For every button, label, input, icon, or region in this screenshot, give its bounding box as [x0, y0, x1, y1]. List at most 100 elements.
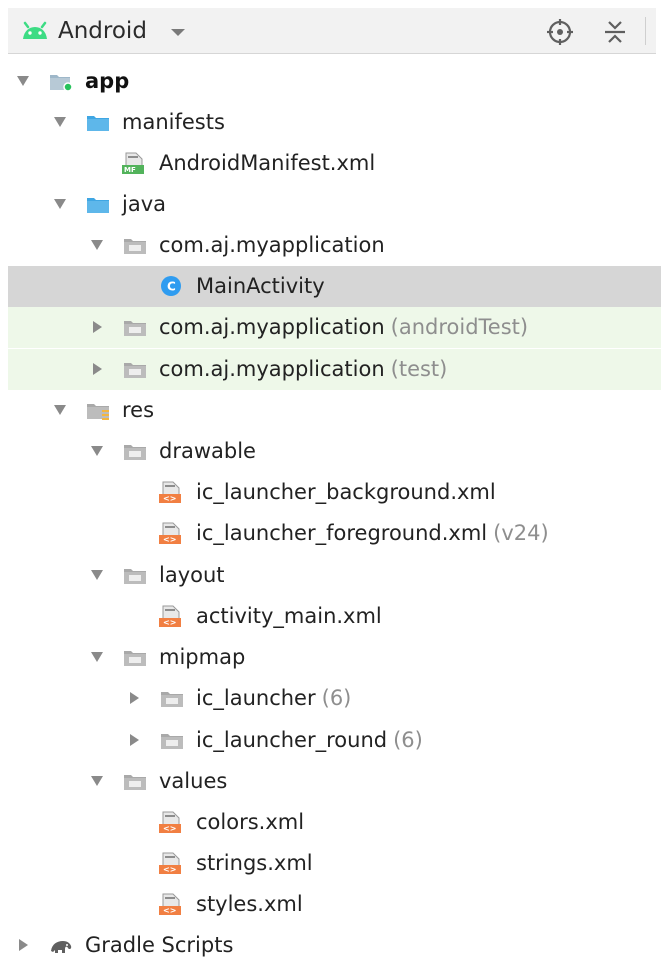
tree-row-strings-xml[interactable]: <> strings.xml	[8, 843, 661, 884]
tree-row-drawable[interactable]: drawable	[8, 431, 661, 472]
tree-row-ic-launcher-round[interactable]: ic_launcher_round (6)	[8, 720, 661, 761]
chevron-down-icon	[171, 29, 185, 36]
tree-item-label: colors.xml	[196, 810, 304, 835]
tree-item-text: ic_launcher_foreground.xml	[196, 521, 488, 545]
tree-item-label: strings.xml	[196, 851, 313, 876]
tree-item-text: ic_launcher	[196, 686, 316, 710]
expand-triangle-icon[interactable]	[50, 194, 70, 214]
tree-item-label: ic_launcher_background.xml	[196, 480, 496, 505]
collapse-all-button[interactable]	[598, 15, 632, 47]
tree-item-text: ic_launcher_background.xml	[196, 480, 496, 504]
tree-row-java[interactable]: java	[8, 184, 661, 225]
tree-row-app[interactable]: app	[8, 61, 661, 102]
tree-item-label: drawable	[159, 439, 256, 464]
package-folder-icon	[159, 728, 185, 753]
tree-item-text: layout	[159, 563, 225, 587]
tree-item-label: activity_main.xml	[196, 604, 382, 629]
xml-file-icon: <>	[159, 810, 185, 835]
tree-item-label: AndroidManifest.xml	[159, 151, 375, 176]
package-folder-icon	[122, 769, 148, 794]
svg-text:C: C	[167, 280, 176, 294]
project-tool-window: Android app manifests MF AndroidManifest…	[0, 0, 661, 960]
tree-row-colors-xml[interactable]: <> colors.xml	[8, 802, 661, 843]
tree-item-suffix: (v24)	[493, 521, 549, 545]
tree-row-styles-xml[interactable]: <> styles.xml	[8, 884, 661, 925]
collapse-triangle-icon[interactable]	[87, 359, 107, 379]
collapse-triangle-icon[interactable]	[87, 317, 107, 337]
tree-item-label: com.aj.myapplication	[159, 233, 385, 258]
expand-triangle-icon[interactable]	[13, 71, 33, 91]
package-folder-icon	[122, 439, 148, 464]
expand-triangle-icon[interactable]	[50, 112, 70, 132]
tree-item-suffix: (androidTest)	[390, 315, 529, 339]
xml-file-icon: <>	[159, 521, 185, 546]
svg-text:<>: <>	[163, 535, 176, 544]
tree-row-manifests[interactable]: manifests	[8, 102, 661, 143]
manifest-file-icon: MF	[122, 151, 148, 176]
collapse-triangle-icon[interactable]	[13, 935, 33, 955]
collapse-triangle-icon[interactable]	[124, 730, 144, 750]
tree-row-activity-main-xml[interactable]: <> activity_main.xml	[8, 596, 661, 637]
tree-item-label: app	[85, 69, 129, 94]
tree-row-androidmanifest-xml[interactable]: MF AndroidManifest.xml	[8, 143, 661, 184]
resources-folder-icon	[85, 398, 111, 423]
locate-target-icon	[547, 19, 573, 45]
tree-item-text: activity_main.xml	[196, 604, 382, 628]
tree-item-text: com.aj.myapplication	[159, 357, 385, 381]
tree-item-label: styles.xml	[196, 892, 303, 917]
tree-item-text: drawable	[159, 439, 256, 463]
tree-item-label: ic_launcher_foreground.xml (v24)	[196, 521, 549, 546]
expand-triangle-icon[interactable]	[50, 400, 70, 420]
tree-item-label: MainActivity	[196, 274, 325, 299]
tree-item-label: layout	[159, 563, 225, 588]
package-folder-icon	[122, 645, 148, 670]
tree-item-text: ic_launcher_round	[196, 728, 388, 752]
gradle-icon	[48, 933, 74, 958]
tree-row-values[interactable]: values	[8, 761, 661, 802]
tree-item-label: Gradle Scripts	[85, 933, 233, 958]
tree-item-label: res	[122, 398, 154, 423]
tree-row-gradle-scripts[interactable]: Gradle Scripts	[8, 925, 661, 960]
tree-item-text: manifests	[122, 110, 225, 134]
tree-row-com-aj-myapplication[interactable]: com.aj.myapplication (androidTest)	[8, 307, 661, 348]
tree-item-label: java	[122, 192, 166, 217]
locate-file-button[interactable]	[543, 15, 577, 47]
tree-item-label: mipmap	[159, 645, 245, 670]
toolbar-separator	[645, 17, 646, 45]
expand-triangle-icon[interactable]	[87, 235, 107, 255]
expand-triangle-icon[interactable]	[87, 771, 107, 791]
package-folder-icon	[122, 233, 148, 258]
tree-row-mainactivity[interactable]: C MainActivity	[8, 266, 661, 307]
folder-icon	[85, 192, 111, 217]
android-logo-icon	[19, 21, 51, 41]
tree-row-ic-launcher-foreground-xml[interactable]: <> ic_launcher_foreground.xml (v24)	[8, 513, 661, 554]
collapse-all-icon	[605, 21, 625, 43]
view-dropdown-button[interactable]	[162, 18, 198, 46]
package-folder-icon	[122, 563, 148, 588]
tree-item-text: app	[85, 69, 130, 93]
tree-row-ic-launcher[interactable]: ic_launcher (6)	[8, 678, 661, 719]
expand-triangle-icon[interactable]	[87, 565, 107, 585]
collapse-triangle-icon[interactable]	[124, 688, 144, 708]
folder-icon	[85, 110, 111, 135]
tree-row-mipmap[interactable]: mipmap	[8, 637, 661, 678]
tree-item-text: java	[122, 192, 166, 216]
tree-item-text: strings.xml	[196, 851, 313, 875]
project-view-toolbar: Android	[8, 8, 656, 54]
tree-row-ic-launcher-background-xml[interactable]: <> ic_launcher_background.xml	[8, 472, 661, 513]
tree-row-com-aj-myapplication[interactable]: com.aj.myapplication	[8, 225, 661, 266]
project-tree: app manifests MF AndroidManifest.xml java com…	[0, 61, 661, 960]
svg-text:<>: <>	[163, 906, 176, 915]
tree-row-res[interactable]: res	[8, 390, 661, 431]
expand-triangle-icon[interactable]	[87, 647, 107, 667]
svg-text:<>: <>	[163, 865, 176, 874]
expand-triangle-icon[interactable]	[87, 441, 107, 461]
package-folder-icon	[159, 686, 185, 711]
module-folder-icon	[48, 69, 74, 94]
xml-file-icon: <>	[159, 480, 185, 505]
project-view-title[interactable]: Android	[58, 17, 147, 45]
package-folder-icon	[122, 315, 148, 340]
tree-row-layout[interactable]: layout	[8, 555, 661, 596]
java-class-icon: C	[159, 274, 185, 299]
tree-row-com-aj-myapplication[interactable]: com.aj.myapplication (test)	[8, 349, 661, 390]
